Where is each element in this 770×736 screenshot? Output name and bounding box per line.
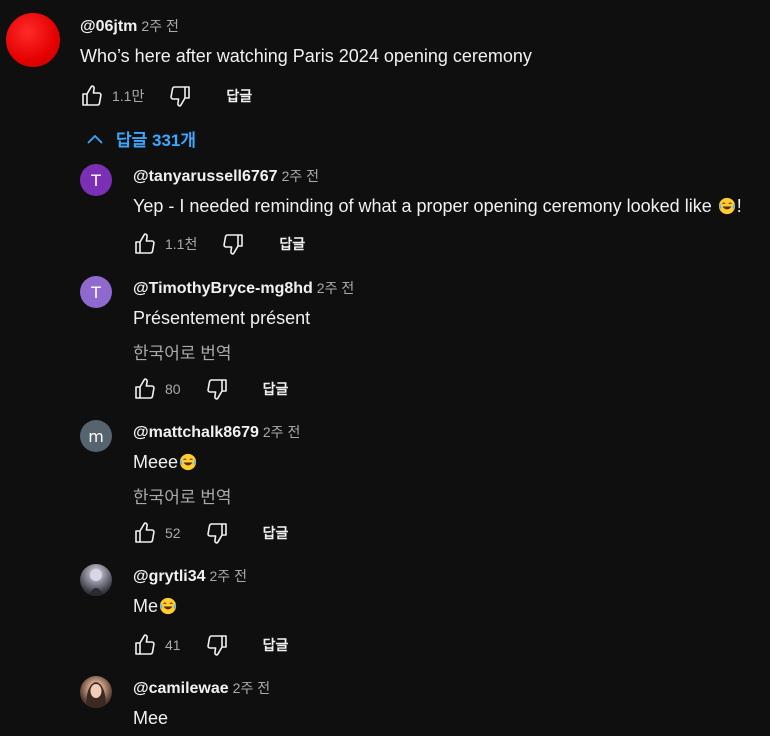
like-button[interactable] (131, 230, 159, 258)
like-count: 1.1천 (165, 236, 198, 252)
comment-time[interactable]: 2주 전 (141, 18, 178, 34)
chevron-up-icon (87, 134, 103, 144)
comment-header: @grytli34 2주 전 (133, 566, 247, 586)
comment-text-suffix: ! (736, 196, 742, 216)
comment-time[interactable]: 2주 전 (210, 568, 247, 584)
like-count: 1.1만 (112, 88, 145, 104)
thumbs-down-icon (205, 521, 229, 545)
comment-time[interactable]: 2주 전 (317, 280, 354, 296)
comment-author[interactable]: @tanyarussell6767 (133, 168, 278, 185)
comment-actions: 41 답글 (131, 630, 288, 660)
comment-time[interactable]: 2주 전 (263, 424, 300, 440)
comment-header: @tanyarussell6767 2주 전 (133, 166, 319, 186)
comment-header: @mattchalk8679 2주 전 (133, 422, 300, 442)
comment-text: Yep - I needed reminding of what a prope… (133, 196, 742, 217)
comment-author[interactable]: @mattchalk8679 (133, 424, 259, 441)
reply-button[interactable]: 답글 (263, 635, 289, 655)
thumbs-down-icon (221, 232, 245, 256)
avatar[interactable]: T (80, 276, 112, 308)
reply-button[interactable]: 답글 (279, 234, 305, 254)
comment-text-body: Meee (133, 452, 179, 472)
replies-count-label: 답글 331개 (116, 131, 197, 150)
comment-text-body: Yep - I needed reminding of what a prope… (133, 196, 712, 216)
thumbs-down-icon (168, 84, 192, 108)
laughing-emoji-icon (159, 597, 177, 615)
comment-actions: 1.1천 답글 (131, 229, 305, 259)
comment-text: Who’s here after watching Paris 2024 ope… (80, 46, 532, 66)
reply-button[interactable]: 답글 (263, 379, 289, 399)
laughing-emoji-icon (718, 197, 736, 215)
laughing-emoji-icon (179, 453, 197, 471)
thumbs-up-icon (133, 633, 157, 657)
thumbs-up-icon (80, 84, 104, 108)
like-count: 52 (165, 525, 181, 541)
thumbs-down-icon (205, 377, 229, 401)
like-count: 41 (165, 637, 181, 653)
avatar[interactable]: T (80, 164, 112, 196)
comment-time[interactable]: 2주 전 (233, 680, 270, 696)
profile-photo-icon (88, 569, 104, 596)
comment-text: Mee (133, 708, 169, 728)
avatar[interactable] (80, 564, 112, 596)
comment-author[interactable]: @camilewae (133, 680, 229, 697)
translate-link[interactable]: 한국어로 번역 (133, 339, 232, 364)
comment-author[interactable]: @grytli34 (133, 568, 206, 585)
thumbs-up-icon (133, 232, 157, 256)
comment-time[interactable]: 2주 전 (282, 168, 319, 184)
translate-link[interactable]: 한국어로 번역 (133, 483, 232, 508)
thumbs-up-icon (133, 521, 157, 545)
dislike-button[interactable] (166, 82, 194, 110)
thumbs-down-icon (205, 633, 229, 657)
replies-toggle-button[interactable]: 답글 331개 (86, 126, 196, 151)
like-button[interactable] (131, 631, 159, 659)
dislike-button[interactable] (203, 631, 231, 659)
comment-text: Meee (133, 452, 198, 473)
comment-text: Me (133, 596, 178, 617)
comment-author[interactable]: @TimothyBryce-mg8hd (133, 280, 313, 297)
comment-text-body: Me (133, 596, 159, 616)
like-button[interactable] (131, 519, 159, 547)
thumbs-up-icon (133, 377, 157, 401)
like-button[interactable] (131, 375, 159, 403)
comment-header: @TimothyBryce-mg8hd 2주 전 (133, 278, 354, 298)
comment-actions: 80 답글 (131, 374, 288, 404)
comment-header: @camilewae 2주 전 (133, 678, 270, 698)
avatar[interactable] (6, 13, 60, 67)
profile-photo-icon (86, 682, 106, 708)
comment-actions: 1.1만 답글 (78, 81, 252, 111)
like-button[interactable] (78, 82, 106, 110)
dislike-button[interactable] (203, 519, 231, 547)
dislike-button[interactable] (219, 230, 247, 258)
comment-author[interactable]: @06jtm (80, 18, 137, 35)
comment-header: @06jtm 2주 전 (80, 16, 179, 36)
avatar[interactable] (80, 676, 112, 708)
reply-button[interactable]: 답글 (263, 523, 289, 543)
avatar[interactable]: m (80, 420, 112, 452)
reply-button[interactable]: 답글 (226, 86, 252, 106)
comment-actions: 52 답글 (131, 518, 288, 548)
like-count: 80 (165, 381, 181, 397)
dislike-button[interactable] (203, 375, 231, 403)
comment-text: Présentement présent (133, 308, 311, 328)
